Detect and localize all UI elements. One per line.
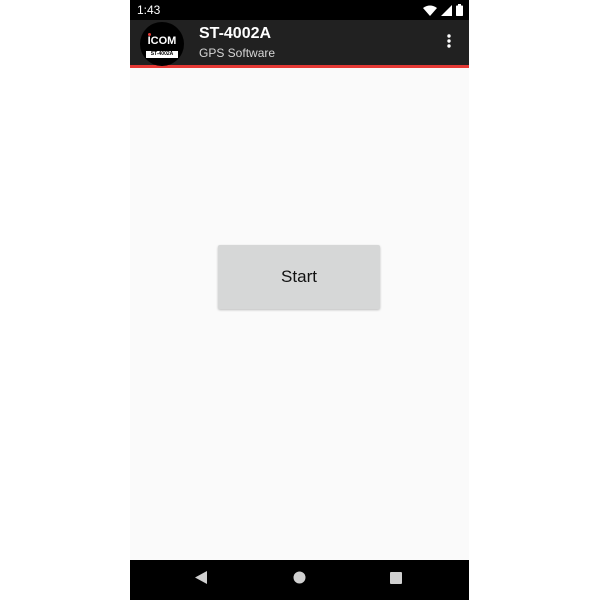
more-vert-icon [447, 33, 451, 53]
logo-brand-text: ICOM [147, 35, 177, 47]
app-title: ST-4002A [199, 25, 272, 42]
status-icons [423, 3, 463, 17]
status-bar: 1:43 [130, 0, 469, 20]
battery-icon [456, 4, 463, 16]
logo-model-text: ST-4002A [146, 51, 178, 58]
navigation-bar [130, 560, 469, 600]
home-circle-icon [293, 571, 306, 589]
start-button[interactable]: Start [218, 245, 380, 309]
app-bar-accent-line [130, 65, 469, 68]
app-logo: ICOM ST-4002A [140, 22, 184, 66]
back-button[interactable] [191, 570, 211, 590]
back-triangle-icon [195, 571, 207, 589]
phone-screen: 1:43 ICOM ST-4002A ST-4002A GPS Software [130, 0, 469, 600]
recents-square-icon [390, 571, 402, 589]
signal-icon [441, 4, 452, 16]
app-subtitle: GPS Software [199, 46, 276, 60]
overflow-menu-button[interactable] [438, 32, 460, 54]
home-button[interactable] [289, 570, 309, 590]
status-time: 1:43 [137, 3, 161, 17]
recents-button[interactable] [386, 570, 406, 590]
wifi-icon [423, 5, 437, 16]
